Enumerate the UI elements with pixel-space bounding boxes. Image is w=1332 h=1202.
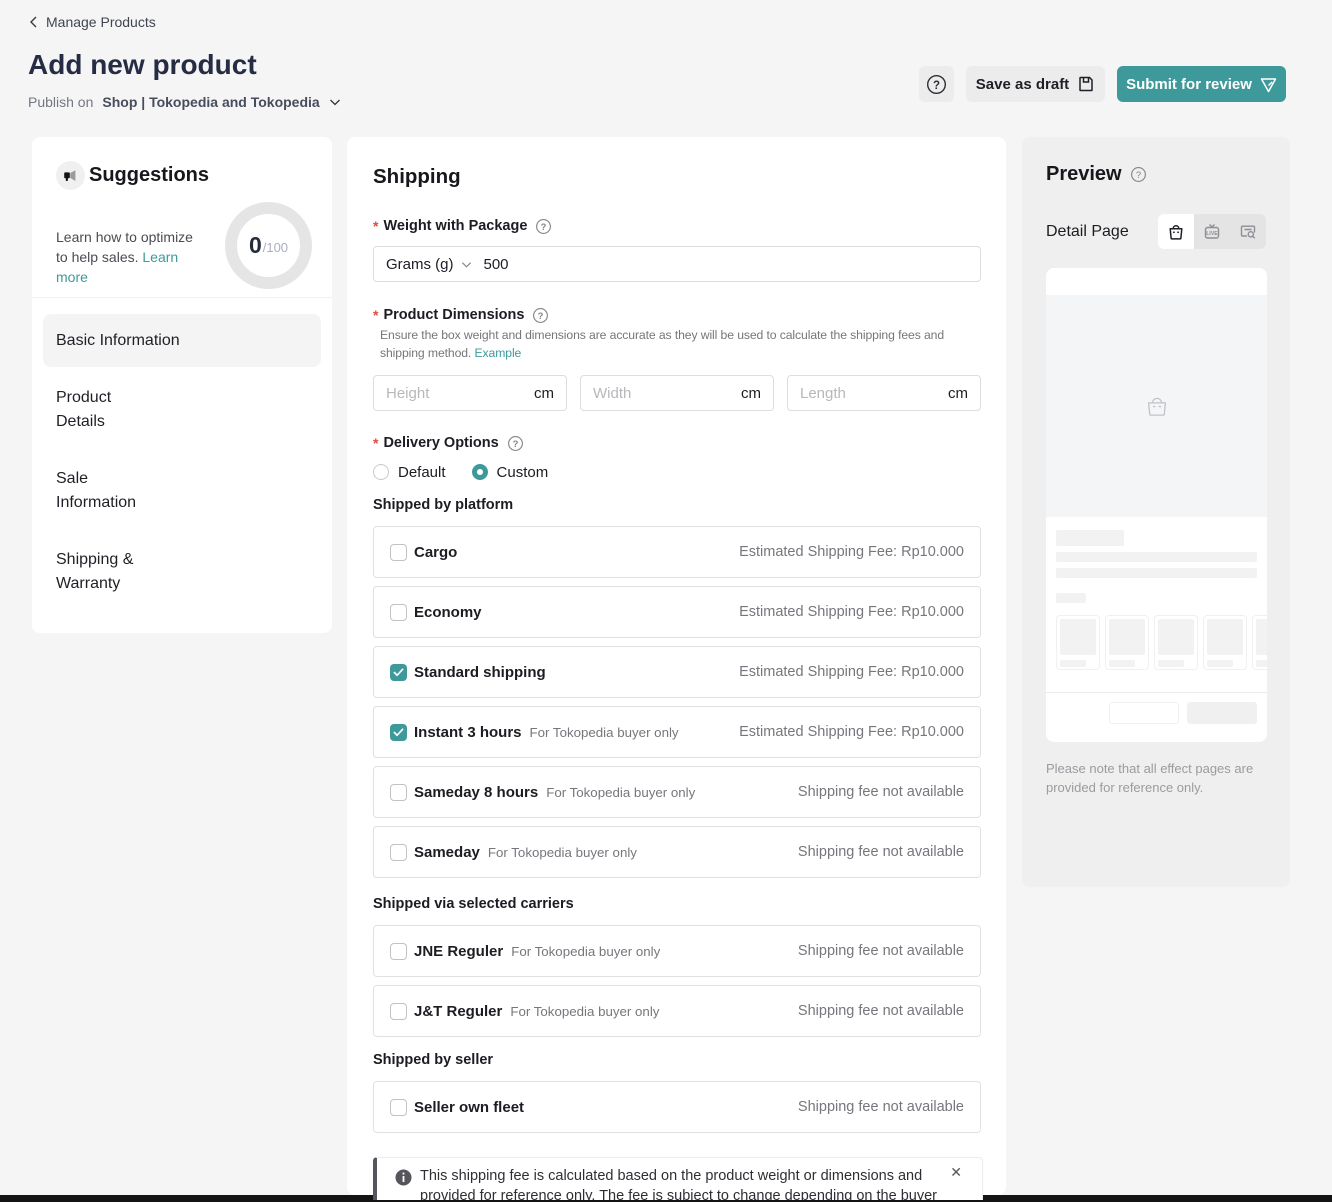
svg-text:?: ?: [933, 80, 940, 92]
svg-text:?: ?: [1135, 170, 1140, 181]
svg-text:?: ?: [512, 438, 518, 449]
svg-text:LIVE: LIVE: [1206, 231, 1218, 237]
svg-text:?: ?: [541, 221, 547, 232]
svg-text:?: ?: [538, 310, 544, 321]
